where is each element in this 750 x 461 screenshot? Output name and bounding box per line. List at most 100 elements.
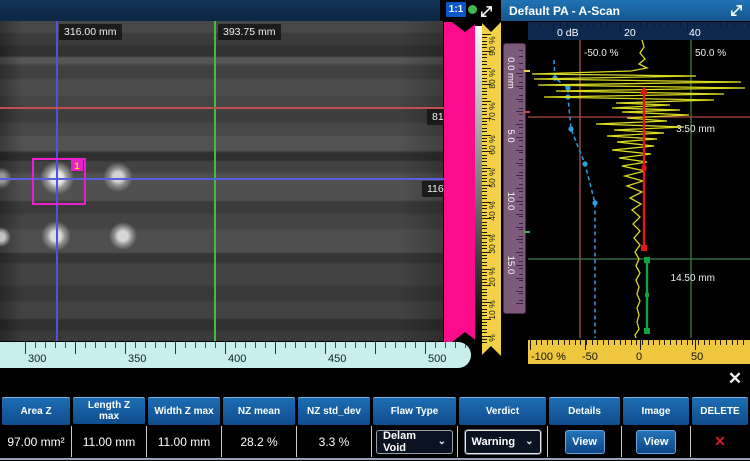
col-header-details[interactable]: Details xyxy=(549,397,620,425)
expand-icon[interactable] xyxy=(479,4,494,19)
gate-green-end[interactable] xyxy=(644,257,650,263)
ruler-tick xyxy=(516,99,523,100)
col-header-flaw-type[interactable]: Flaw Type xyxy=(373,397,456,425)
col-header-area-z[interactable]: Area Z xyxy=(2,397,70,425)
image-view-button[interactable]: View xyxy=(636,430,676,454)
ruler-tick xyxy=(435,342,436,348)
ruler-tick xyxy=(519,210,523,211)
ruler-tick xyxy=(519,274,523,275)
ruler-tick xyxy=(335,342,336,348)
gate-red-end[interactable] xyxy=(641,245,647,251)
ruler-tick xyxy=(659,340,660,345)
gain-db-ruler[interactable]: 0 dB2040 xyxy=(528,22,750,40)
db-ruler-label: 40 xyxy=(689,27,701,39)
ndt-inspection-app: 1:1 Default PA - A-Scan 316.00 mm 393.75… xyxy=(0,0,750,461)
ruler-tick xyxy=(205,342,206,348)
ruler-tick xyxy=(541,340,542,345)
flaw-region-box[interactable]: 1 xyxy=(32,158,86,205)
close-icon[interactable]: ✕ xyxy=(724,368,746,390)
trend-point[interactable] xyxy=(582,161,587,166)
flaw-table: Area Z Length Z max Width Z max NZ mean … xyxy=(0,396,750,461)
amplitude-axis-ruler[interactable]: -100 %-50050 xyxy=(528,340,750,364)
ruler-tick xyxy=(265,342,266,348)
ruler-tick xyxy=(642,340,643,345)
ascan-plot[interactable]: -50.0 %50.0 %3.50 mm14.50 mm xyxy=(528,40,750,338)
ruler-tick xyxy=(185,342,186,348)
ruler-tick xyxy=(145,342,146,348)
details-view-button[interactable]: View xyxy=(565,430,605,454)
scan-ruler-label: 450 xyxy=(328,353,346,365)
col-header-nz-std-dev[interactable]: NZ std_dev xyxy=(298,397,370,425)
cell-divider xyxy=(547,426,548,457)
ruler-tick xyxy=(533,22,534,27)
ascan-panel-title: Default PA - A-Scan xyxy=(509,0,620,21)
cscan-image[interactable]: 316.00 mm 393.75 mm 1 xyxy=(0,21,443,341)
col-header-length-z-max[interactable]: Length Z max xyxy=(73,397,145,424)
trend-curve xyxy=(554,60,595,338)
col-header-nz-mean[interactable]: NZ mean xyxy=(223,397,295,425)
ruler-tick xyxy=(519,120,523,121)
scan-axis-ruler[interactable]: 300350400450500 xyxy=(0,342,471,368)
ruler-tick xyxy=(519,165,523,166)
ruler-tick xyxy=(25,342,26,354)
depth-label-1: 3.50 mm xyxy=(676,124,715,135)
ruler-tick xyxy=(636,340,637,345)
flaw-type-dropdown[interactable]: Delam Void ⌄ xyxy=(376,430,453,454)
gate-green-end[interactable] xyxy=(644,328,650,334)
ruler-tick xyxy=(564,340,565,345)
ruler-tick xyxy=(516,163,523,164)
ruler-tick xyxy=(747,22,748,27)
cell-divider xyxy=(221,426,222,457)
gate-green-mid[interactable] xyxy=(645,293,649,297)
amplitude-percent-ruler[interactable]: 90 %80 %70 %60 %50 %40 %30 %20 %10 %% xyxy=(482,22,501,356)
trend-point[interactable] xyxy=(565,85,570,90)
ruler-tick xyxy=(519,76,523,77)
flaw-table-header-row: Area Z Length Z max Width Z max NZ mean … xyxy=(2,397,750,425)
col-header-delete[interactable]: DELETE xyxy=(692,397,748,425)
col-header-width-z-max[interactable]: Width Z max xyxy=(148,397,220,425)
col-header-verdict[interactable]: Verdict xyxy=(459,397,546,425)
ruler-tick xyxy=(275,342,276,354)
ruler-tick xyxy=(165,342,166,348)
amp-scale-label: 40 % xyxy=(486,194,498,228)
expand-icon[interactable] xyxy=(729,3,744,18)
cursor-hline-red[interactable] xyxy=(0,107,443,109)
col-header-image[interactable]: Image xyxy=(623,397,689,425)
delete-row-button[interactable]: ✕ xyxy=(714,433,726,450)
ruler-tick xyxy=(516,73,523,74)
ruler-tick xyxy=(516,227,523,228)
zoom-ratio-badge[interactable]: 1:1 xyxy=(446,2,466,17)
ruler-tick xyxy=(455,342,456,348)
depth-scale-label: 0.0 mm xyxy=(505,53,517,93)
amp-ruler-top-arrow-icon[interactable] xyxy=(481,22,501,32)
ruler-tick xyxy=(395,342,396,348)
x-cursor-label-2: 393.75 mm xyxy=(218,24,281,40)
ruler-tick xyxy=(575,340,576,345)
ruler-tick xyxy=(519,101,523,102)
ruler-tick xyxy=(667,22,668,27)
ruler-tick xyxy=(558,340,559,345)
amp-ruler-label: -50 xyxy=(582,351,598,363)
ruler-tick xyxy=(519,255,523,256)
ruler-tick xyxy=(345,342,346,348)
palette-bar-pink[interactable] xyxy=(444,22,475,342)
ruler-tick xyxy=(732,340,733,345)
ruler-tick xyxy=(607,22,608,27)
verdict-dropdown[interactable]: Warning ⌄ xyxy=(465,430,541,454)
gate-red-mid[interactable] xyxy=(642,166,647,171)
scan-ruler-label: 300 xyxy=(28,353,46,365)
amp-ruler-bottom-arrow-icon[interactable] xyxy=(481,346,501,356)
depth-mm-ruler[interactable]: 0.0 mm5.010.015.0 xyxy=(503,43,526,314)
ruler-tick xyxy=(536,340,537,345)
depth-scale-label: 5.0 xyxy=(505,116,517,156)
ruler-tick xyxy=(519,236,523,237)
cell-divider xyxy=(296,426,297,457)
ruler-tick xyxy=(660,22,661,27)
ruler-tick xyxy=(648,340,649,345)
ruler-tick xyxy=(608,340,609,345)
ruler-tick xyxy=(285,342,286,348)
trend-point[interactable] xyxy=(592,200,597,205)
cursor-vline-green[interactable] xyxy=(214,21,216,341)
ruler-tick xyxy=(519,88,523,89)
trend-point[interactable] xyxy=(568,126,573,131)
